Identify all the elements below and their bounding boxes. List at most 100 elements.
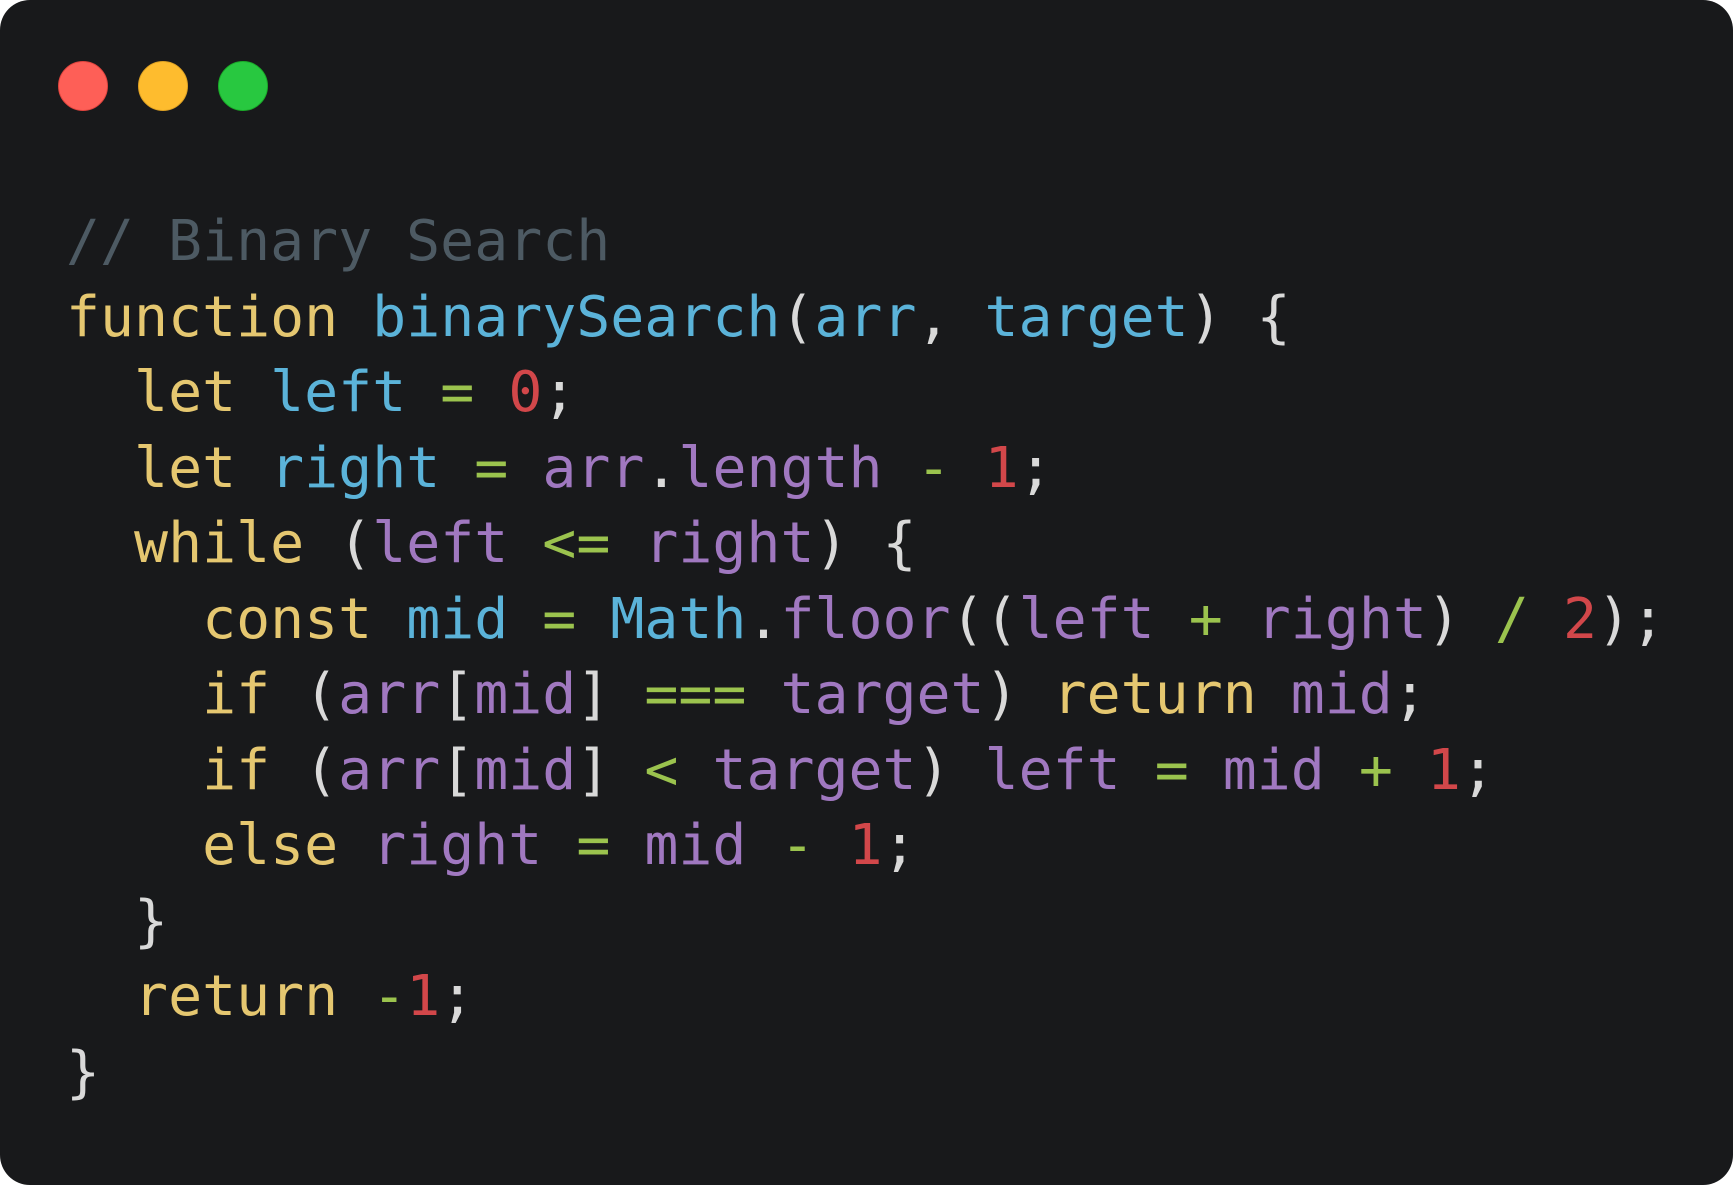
code-token-variable: right xyxy=(644,511,815,576)
code-token-punctuation xyxy=(66,511,134,576)
code-token-punctuation xyxy=(66,436,134,501)
code-token-identifier: Math xyxy=(610,586,747,652)
code-token-identifier: left xyxy=(270,360,407,425)
minimize-button[interactable] xyxy=(138,61,188,111)
code-token-punctuation: ; xyxy=(1018,435,1053,501)
code-token-punctuation xyxy=(508,587,542,652)
maximize-button[interactable] xyxy=(218,61,268,111)
code-token-punctuation xyxy=(542,813,576,878)
code-token-operator: = xyxy=(474,435,509,501)
code-token-punctuation: ) xyxy=(916,737,985,803)
code-token-punctuation xyxy=(66,964,134,1029)
code-token-variable: arr xyxy=(542,435,645,501)
code-token-punctuation xyxy=(66,587,202,652)
code-token-punctuation: ( xyxy=(780,284,815,350)
code-token-keyword: return xyxy=(134,964,339,1029)
code-token-operator: / xyxy=(1494,586,1529,652)
code-token-punctuation: ; xyxy=(1460,737,1495,803)
code-token-punctuation xyxy=(338,964,372,1029)
code-token-punctuation: } xyxy=(66,888,169,954)
code-line: let left = 0; xyxy=(66,355,1665,431)
code-line: while (left <= right) { xyxy=(66,506,1665,582)
code-token-punctuation xyxy=(66,662,202,727)
code-token-number: 1 xyxy=(1426,737,1461,803)
code-line: } xyxy=(66,1035,1665,1111)
code-token-identifier: mid xyxy=(406,586,509,652)
code-token-operator: <= xyxy=(542,511,611,576)
code-token-keyword: const xyxy=(202,586,373,652)
code-token-punctuation: ( xyxy=(270,662,339,727)
code-token-punctuation xyxy=(1155,587,1189,652)
code-token-keyword: let xyxy=(134,435,237,501)
close-button[interactable] xyxy=(58,61,108,111)
code-token-punctuation xyxy=(1121,738,1155,803)
code-token-punctuation xyxy=(406,360,440,425)
code-token-operator: === xyxy=(644,662,747,727)
code-line: return -1; xyxy=(66,959,1665,1035)
code-line: if (arr[mid] < target) left = mid + 1; xyxy=(66,733,1665,809)
code-token-variable: arr xyxy=(338,737,441,803)
code-token-punctuation xyxy=(746,662,780,727)
code-token-number: 0 xyxy=(508,360,543,425)
code-token-punctuation xyxy=(678,738,712,803)
code-token-keyword: function xyxy=(66,284,339,350)
code-token-punctuation xyxy=(338,813,372,878)
code-token-operator: = xyxy=(542,586,577,652)
code-token-variable: mid xyxy=(1290,662,1393,727)
code-token-keyword: if xyxy=(202,737,271,803)
code-line: if (arr[mid] === target) return mid; xyxy=(66,657,1665,733)
code-token-punctuation xyxy=(66,360,134,425)
code-token-punctuation: ( xyxy=(304,511,373,576)
code-token-punctuation xyxy=(508,436,542,501)
code-line: } xyxy=(66,884,1665,960)
code-token-variable: target xyxy=(712,737,917,803)
code-token-punctuation xyxy=(338,285,372,350)
code-token-operator: + xyxy=(1358,737,1393,803)
code-token-variable: right xyxy=(1256,586,1427,652)
code-token-punctuation xyxy=(236,436,270,501)
code-token-punctuation: ; xyxy=(542,360,577,425)
code-token-punctuation xyxy=(746,813,780,878)
code-token-punctuation: ) xyxy=(1426,586,1495,652)
code-token-punctuation xyxy=(951,436,985,501)
code-token-punctuation: ; xyxy=(882,813,917,878)
code-token-punctuation xyxy=(1189,738,1223,803)
code-token-punctuation: ) { xyxy=(1188,284,1291,350)
code-token-punctuation: ); xyxy=(1597,586,1666,652)
code-block: // Binary Search function binarySearch(ar… xyxy=(66,204,1665,1110)
code-token-variable: left xyxy=(1018,586,1155,652)
code-token-variable: target xyxy=(780,662,985,727)
code-line: const mid = Math.floor((left + right) / … xyxy=(66,582,1665,658)
code-token-variable: arr xyxy=(338,662,441,727)
code-token-number: 2 xyxy=(1562,586,1598,652)
code-token-operator: + xyxy=(1188,586,1223,652)
code-token-punctuation: ) xyxy=(984,662,1053,727)
code-token-variable: floor xyxy=(780,586,951,652)
code-token-punctuation xyxy=(610,813,644,878)
code-token-punctuation xyxy=(474,360,508,425)
code-window: // Binary Search function binarySearch(ar… xyxy=(0,0,1733,1185)
code-token-punctuation xyxy=(1257,662,1291,727)
code-token-variable: mid xyxy=(1222,737,1325,803)
code-token-variable: mid xyxy=(644,813,747,878)
code-token-keyword: return xyxy=(1052,662,1257,727)
code-token-punctuation: , xyxy=(916,284,985,350)
code-token-punctuation: ] xyxy=(576,662,645,727)
code-token-identifier: right xyxy=(270,435,441,501)
code-token-variable: mid xyxy=(474,662,577,727)
code-token-variable: left xyxy=(984,737,1121,803)
code-token-variable: mid xyxy=(474,737,577,803)
code-token-number: 1 xyxy=(848,813,883,878)
code-token-operator: - xyxy=(916,435,951,501)
code-token-variable: length xyxy=(678,435,883,501)
code-token-punctuation: . xyxy=(644,435,679,501)
code-line: let right = arr.length - 1; xyxy=(66,431,1665,507)
code-token-operator: < xyxy=(644,737,679,803)
code-token-punctuation: } xyxy=(66,1039,101,1105)
code-token-operator: = xyxy=(1154,737,1189,803)
code-token-keyword: else xyxy=(202,813,339,878)
code-token-punctuation: (( xyxy=(950,586,1019,652)
code-token-keyword: if xyxy=(202,662,271,727)
code-token-keyword: let xyxy=(134,360,237,425)
code-token-identifier: target xyxy=(984,284,1189,350)
